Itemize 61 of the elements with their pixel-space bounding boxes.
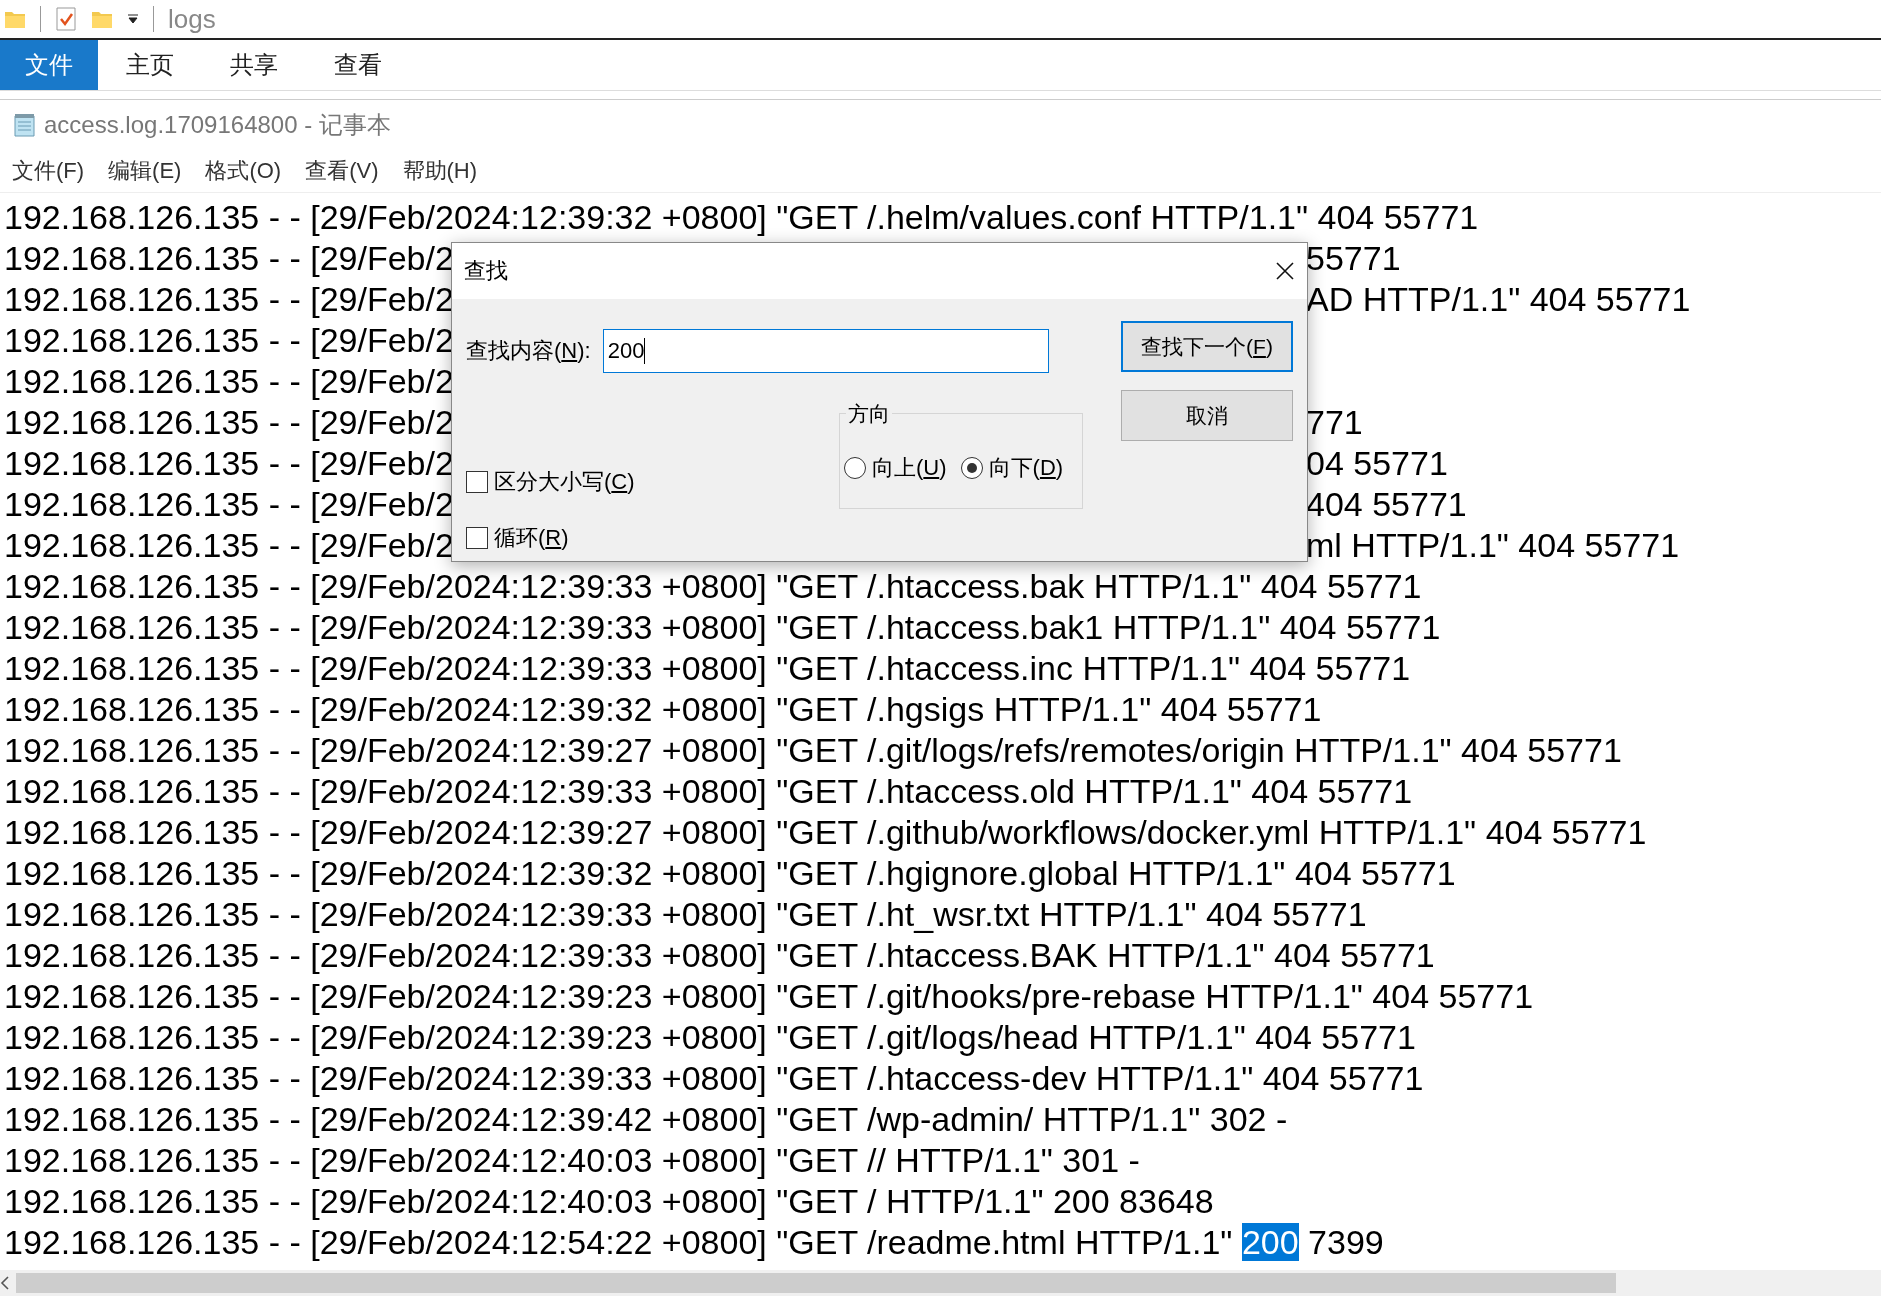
menu-item[interactable]: 查看(V) xyxy=(305,156,379,186)
menu-item[interactable]: 帮助(H) xyxy=(402,156,478,186)
log-line: 192.168.126.135 - - [29/Feb/2 xyxy=(3,525,451,566)
log-line: 55771 xyxy=(1306,238,1402,279)
checkmark-document-icon[interactable] xyxy=(55,7,77,31)
log-line: 192.168.126.135 - - [29/Feb/2024:12:39:32 +0800] "GET /.hgsigs HTTP/1.1" 404 55771 xyxy=(3,689,1323,730)
radio-button[interactable] xyxy=(844,457,866,479)
radio-button[interactable] xyxy=(960,457,983,479)
ribbon-tab[interactable]: 主页 xyxy=(98,40,202,90)
log-line: 192.168.126.135 - - [29/Feb/2024:12:39:32 +0800] "GET /.helm/values.conf HTTP/1.1" 404 55771 xyxy=(3,197,1480,238)
dropdown-arrow-icon[interactable] xyxy=(127,14,139,24)
log-line: 192.168.126.135 - - [29/Feb/2024:12:39:33 +0800] "GET /.ht_wsr.txt HTTP/1.1" 404 55771 xyxy=(3,894,1368,935)
log-line: 192.168.126.135 - - [29/Feb/2 xyxy=(3,238,451,279)
log-line: 192.168.126.135 - - [29/Feb/2024:12:39:33 +0800] "GET /.htaccess.old HTTP/1.1" 404 55771 xyxy=(3,771,1414,812)
log-line: 192.168.126.135 - - [29/Feb/2 xyxy=(3,320,451,361)
horizontal-scrollbar[interactable] xyxy=(0,1270,1881,1296)
dialog-title: 查找 xyxy=(464,257,508,285)
menu-item[interactable]: 格式(O) xyxy=(205,156,282,186)
notepad-icon xyxy=(12,112,38,138)
log-line: 192.168.126.135 - - [29/Feb/2024:12:54:22 +0800] "GET /readme.html HTTP/1.1" 200 7399 xyxy=(3,1222,1385,1263)
ribbon-tab[interactable]: 共享 xyxy=(202,40,306,90)
menu-item[interactable]: 文件(F) xyxy=(12,156,85,186)
log-line: ml HTTP/1.1" 404 55771 xyxy=(1306,525,1681,566)
find-input[interactable]: 200 xyxy=(602,329,1049,373)
radio-label[interactable]: 向上(U) xyxy=(872,453,947,483)
cancel-button[interactable]: 取消 xyxy=(1121,390,1293,441)
log-line: 192.168.126.135 - - [29/Feb/2024:12:39:33 +0800] "GET /.htaccess.inc HTTP/1.1" 404 55771 xyxy=(3,648,1412,689)
log-line: 04 55771 xyxy=(1306,443,1449,484)
log-line: 192.168.126.135 - - [29/Feb/2024:12:39:33 +0800] "GET /.htaccess.BAK HTTP/1.1" 404 55771 xyxy=(3,935,1436,976)
log-line: 192.168.126.135 - - [29/Feb/2024:12:39:33 +0800] "GET /.htaccess-dev HTTP/1.1" 404 55771 xyxy=(3,1058,1425,1099)
log-line: 192.168.126.135 - - [29/Feb/2024:12:40:03 +0800] "GET // HTTP/1.1" 301 - xyxy=(3,1140,1141,1181)
log-line: 771 xyxy=(1306,402,1364,443)
checkbox-label[interactable]: 区分大小写(C) xyxy=(494,467,635,497)
ribbon-tab[interactable]: 查看 xyxy=(306,40,410,90)
find-next-button[interactable]: 查找下一个(F) xyxy=(1121,321,1293,372)
radio-label[interactable]: 向下(D) xyxy=(988,453,1064,483)
log-line: 192.168.126.135 - - [29/Feb/2 xyxy=(3,443,451,484)
close-icon[interactable] xyxy=(1275,261,1295,281)
log-line: 192.168.126.135 - - [29/Feb/2024:12:39:23 +0800] "GET /.git/logs/head HTTP/1.1" 404 55771 xyxy=(3,1017,1417,1058)
checkbox[interactable] xyxy=(466,527,488,549)
log-line: 192.168.126.135 - - [29/Feb/2024:12:39:27 +0800] "GET /.git/logs/refs/remotes/origin HTTP/1.1" 404 55771 xyxy=(3,730,1623,771)
window-title: logs xyxy=(168,3,216,35)
window-title: access.log.1709164800 - 记事本 xyxy=(44,110,391,140)
log-line: 192.168.126.135 - - [29/Feb/2 xyxy=(3,279,451,320)
log-line: 192.168.126.135 - - [29/Feb/2024:12:39:42 +0800] "GET /wp-admin/ HTTP/1.1" 302 - xyxy=(3,1099,1289,1140)
menu-item[interactable]: 编辑(E) xyxy=(108,156,182,186)
log-line: 192.168.126.135 - - [29/Feb/2024:12:39:27 +0800] "GET /.github/workflows/docker.yml HTTP/1.1" 404 55771 xyxy=(3,812,1648,853)
find-label: 查找内容(N): xyxy=(466,337,591,365)
log-line: 192.168.126.135 - - [29/Feb/2 xyxy=(3,402,451,443)
log-line: 192.168.126.135 - - [29/Feb/2 xyxy=(3,484,451,525)
log-line: 192.168.126.135 - - [29/Feb/2024:12:39:33 +0800] "GET /.htaccess.bak1 HTTP/1.1" 404 55771 xyxy=(3,607,1442,648)
checkbox[interactable] xyxy=(466,471,488,493)
log-line: 192.168.126.135 - - [29/Feb/2024:12:39:32 +0800] "GET /.hgignore.global HTTP/1.1" 404 55771 xyxy=(3,853,1457,894)
log-line: 192.168.126.135 - - [29/Feb/2024:12:40:03 +0800] "GET / HTTP/1.1" 200 83648 xyxy=(3,1181,1215,1222)
log-line: AD HTTP/1.1" 404 55771 xyxy=(1306,279,1692,320)
log-line: 192.168.126.135 - - [29/Feb/2024:12:39:23 +0800] "GET /.git/hooks/pre-rebase HTTP/1.1" 404 55771 xyxy=(3,976,1535,1017)
checkbox-label[interactable]: 循环(R) xyxy=(494,523,569,553)
log-line: 192.168.126.135 - - [29/Feb/2 xyxy=(3,361,451,402)
ribbon-tab[interactable]: 文件 xyxy=(0,40,98,90)
log-line: 192.168.126.135 - - [29/Feb/2024:12:39:33 +0800] "GET /.htaccess.bak HTTP/1.1" 404 55771 xyxy=(3,566,1423,607)
log-line: 404 55771 xyxy=(1306,484,1468,525)
